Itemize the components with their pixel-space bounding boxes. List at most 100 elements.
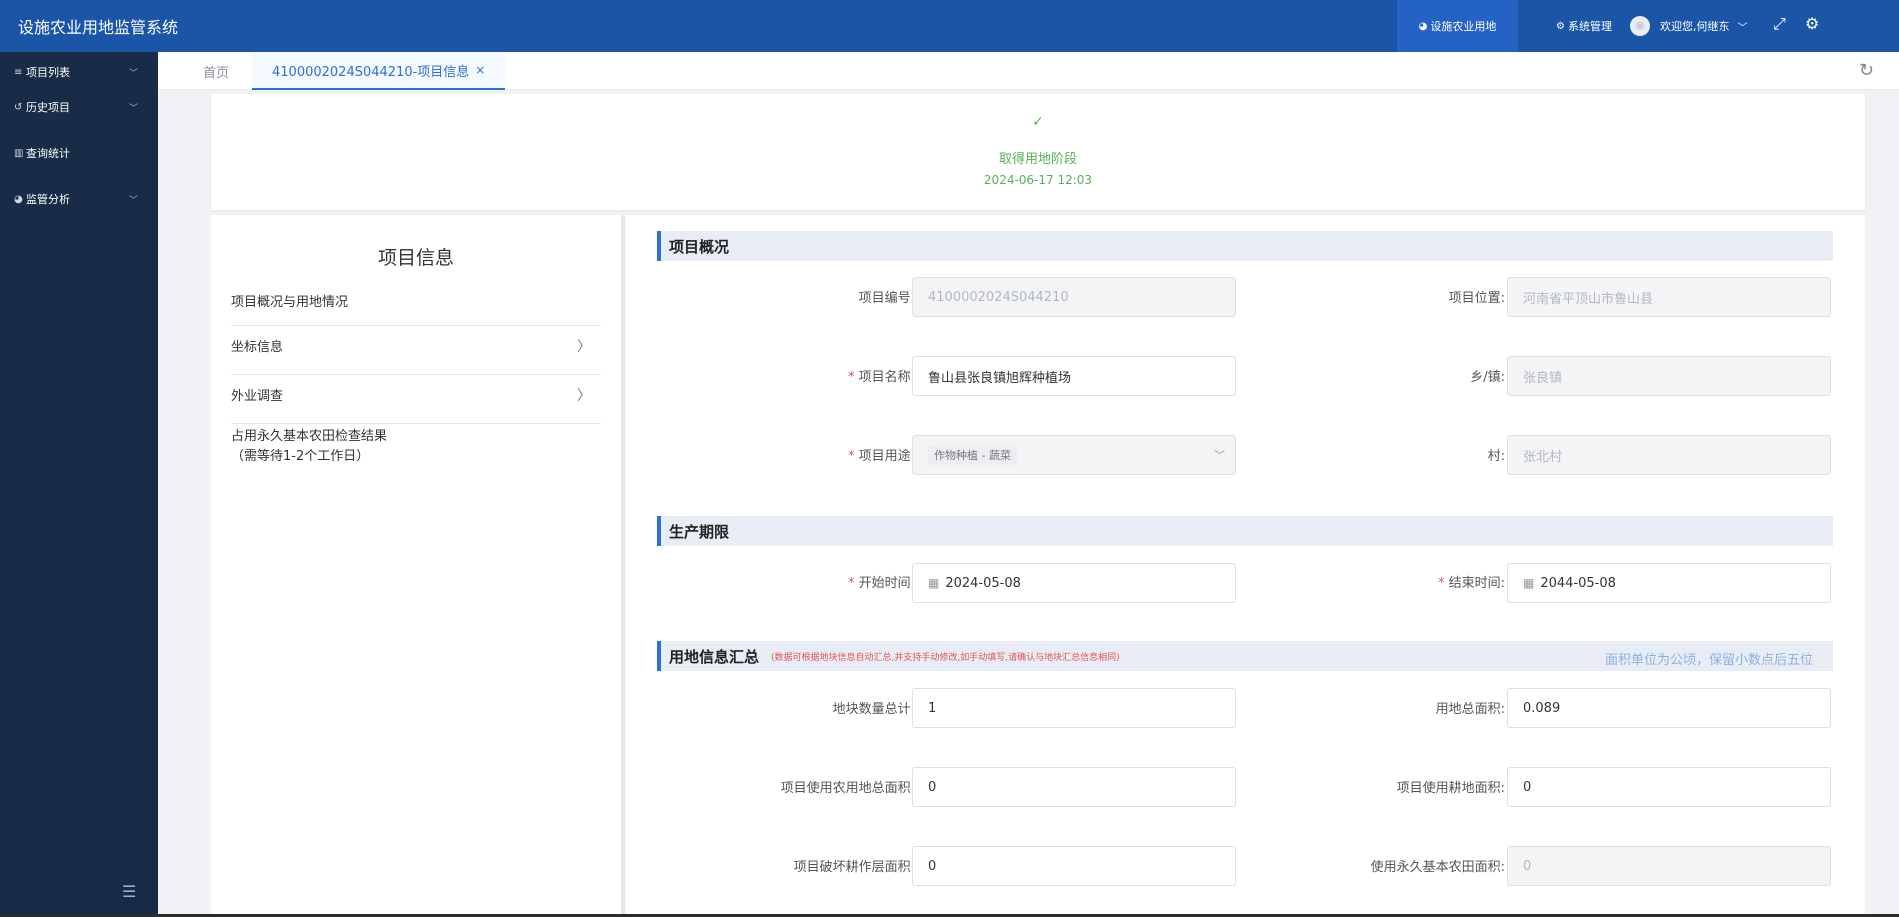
sidebar-item-label: 查询统计: [26, 147, 70, 160]
chevron-down-icon: ﹀: [128, 68, 138, 79]
required-mark: *: [848, 576, 855, 591]
bar-chart-icon: ▥: [14, 147, 24, 159]
agri-area-label: 项目使用农用地总面积:: [780, 781, 915, 796]
avatar: ◎: [1630, 16, 1650, 36]
damage-area-field[interactable]: 0: [912, 846, 1236, 886]
arable-area-label: 项目使用耕地面积:: [1396, 781, 1505, 796]
nav-item-farmland-check[interactable]: 占用永久基本农田检查结果 （需等待1-2个工作日）: [231, 427, 601, 477]
project-name-label: * 项目名称:: [675, 366, 915, 385]
nav-item-label: 外业调查: [231, 389, 284, 404]
start-time-label-text: 开始时间:: [858, 576, 915, 591]
chevron-down-icon: ﹀: [1214, 449, 1225, 462]
plot-count-label: 地块数量总计:: [832, 702, 915, 717]
fullscreen-icon[interactable]: ⤢: [1773, 14, 1786, 34]
chevron-right-icon: 〉: [577, 388, 591, 404]
basic-farm-field[interactable]: 0: [1507, 846, 1831, 886]
section-land-note: (数据可根据地块信息自动汇总,并支持手动修改,如手动填写,请确认与地块汇总信息相…: [771, 652, 1120, 663]
sidebar-item-project-list[interactable]: ≡ 项目列表 ﹀: [14, 62, 144, 82]
project-info-nav: 项目信息 项目概况与用地情况 坐标信息 〉 外业调查 〉 占用永久基本农田检查结…: [211, 215, 621, 917]
tabs-bar: 首页 4100002024S044210-项目信息 × ↻: [158, 52, 1899, 90]
required-mark: *: [1438, 576, 1445, 591]
check-icon: ✓: [1032, 114, 1044, 130]
end-time-label: * 结束时间:: [1265, 572, 1505, 591]
arable-area-field[interactable]: 0: [1507, 767, 1831, 807]
town-field[interactable]: 张良镇: [1507, 356, 1831, 396]
sidebar-item-history[interactable]: ↺ 历史项目 ﹀: [14, 97, 144, 117]
chevron-down-icon: ﹀: [128, 195, 138, 206]
project-name-label-text: 项目名称:: [858, 370, 915, 385]
section-land-title: 用地信息汇总: [669, 647, 760, 666]
agri-area-field[interactable]: 0: [912, 767, 1236, 807]
village-label: 村:: [1487, 449, 1505, 464]
close-icon[interactable]: ×: [475, 63, 485, 77]
town-label: 乡/镇:: [1470, 370, 1505, 385]
nav-item-label: 占用永久基本农田检查结果: [231, 429, 388, 444]
welcome-text: 欢迎您,何继东: [1660, 20, 1730, 33]
start-date-picker[interactable]: ▦ 2024-05-08: [912, 563, 1236, 603]
sidebar-item-label: 历史项目: [26, 101, 70, 114]
project-use-select[interactable]: 作物种植 - 蔬菜 ﹀: [912, 435, 1236, 475]
project-form: 项目概况 项目编号: 4100002024S044210 项目位置: 河南省平顶…: [625, 215, 1865, 917]
sidebar-item-analysis[interactable]: ◕ 监管分析 ﹀: [14, 189, 144, 209]
gears-icon: ⚙: [1556, 20, 1565, 32]
nav-item-label: 坐标信息: [231, 340, 284, 355]
calendar-icon: ▦: [1523, 576, 1535, 590]
damage-area-label: 项目破坏耕作层面积:: [793, 860, 915, 875]
top-bar: 设施农业用地监管系统 ◕ 设施农业用地 ⚙ 系统管理 ◎ 欢迎您,何继东 ﹀ ⤢…: [0, 0, 1899, 52]
total-area-field[interactable]: 0.089: [1507, 688, 1831, 728]
sidebar-item-label: 监管分析: [26, 193, 70, 206]
collapse-menu-icon[interactable]: ☰: [122, 882, 136, 901]
menu-facility-land[interactable]: ◕ 设施农业用地: [1397, 0, 1518, 52]
required-mark: *: [848, 370, 855, 385]
nav-item-note: （需等待1-2个工作日）: [231, 449, 370, 464]
project-name-field[interactable]: 鲁山县张良镇旭辉种植场: [912, 356, 1236, 396]
status-stage: 取得用地阶段: [998, 152, 1077, 167]
basic-farm-label: 使用永久基本农田面积:: [1370, 860, 1505, 875]
user-menu[interactable]: ◎ 欢迎您,何继东 ﹀: [1630, 0, 1748, 52]
nav-item-label: 项目概况与用地情况: [231, 295, 349, 310]
section-land-header: 用地信息汇总 (数据可根据地块信息自动汇总,并支持手动修改,如手动填写,请确认与…: [657, 641, 1833, 671]
start-time-label: * 开始时间:: [675, 572, 915, 591]
menu-system-manage-label: 系统管理: [1567, 20, 1612, 33]
menu-system-manage[interactable]: ⚙ 系统管理: [1534, 0, 1634, 52]
chevron-down-icon: ﹀: [1737, 22, 1748, 34]
tab-project-info[interactable]: 4100002024S044210-项目信息 ×: [252, 52, 506, 90]
project-use-label-text: 项目用途:: [858, 449, 915, 464]
area-unit-note: 面积单位为公顷，保留小数点后五位: [1604, 653, 1813, 668]
location-label: 项目位置:: [1448, 291, 1505, 306]
project-no-field[interactable]: 4100002024S044210: [912, 277, 1236, 317]
required-mark: *: [848, 449, 855, 464]
section-period-header: 生产期限: [657, 516, 1833, 546]
nav-item-overview[interactable]: 项目概况与用地情况: [231, 291, 601, 326]
nav-item-coordinates[interactable]: 坐标信息 〉: [231, 336, 601, 375]
sidebar: ≡ 项目列表 ﹀ ↺ 历史项目 ﹀ ▥ 查询统计 ◕ 监管分析 ﹀ ☰: [0, 52, 158, 917]
pie-chart-icon: ◕: [1418, 20, 1428, 32]
nav-item-field-survey[interactable]: 外业调查 〉: [231, 385, 601, 424]
location-field[interactable]: 河南省平顶山市鲁山县: [1507, 277, 1831, 317]
end-date-picker[interactable]: ▦ 2044-05-08: [1507, 563, 1831, 603]
status-time: 2024-06-17 12:03: [983, 173, 1093, 187]
start-date-value: 2024-05-08: [945, 575, 1021, 591]
tab-home[interactable]: 首页: [203, 52, 229, 90]
village-field[interactable]: 张北村: [1507, 435, 1831, 475]
status-card: ✓ 取得用地阶段 2024-06-17 12:03: [211, 94, 1865, 210]
calendar-icon: ▦: [928, 576, 940, 590]
settings-icon[interactable]: ⚙: [1805, 14, 1819, 33]
panel-title: 项目信息: [377, 247, 454, 269]
chevron-right-icon: 〉: [577, 339, 591, 355]
total-area-label: 用地总面积:: [1435, 702, 1505, 717]
sidebar-item-query-stats[interactable]: ▥ 查询统计: [14, 143, 144, 163]
refresh-icon[interactable]: ↻: [1859, 60, 1874, 81]
history-icon: ↺: [14, 101, 23, 113]
end-date-value: 2044-05-08: [1540, 575, 1616, 591]
plot-count-field[interactable]: 1: [912, 688, 1236, 728]
sidebar-item-label: 项目列表: [26, 66, 70, 79]
pie-chart-icon: ◕: [14, 193, 23, 205]
section-overview-header: 项目概况: [657, 231, 1833, 261]
project-no-label: 项目编号:: [858, 291, 915, 306]
tab-project-info-label: 4100002024S044210-项目信息: [272, 64, 470, 80]
chevron-down-icon: ﹀: [128, 103, 138, 114]
app-title: 设施农业用地监管系统: [18, 18, 179, 37]
project-use-tag: 作物种植 - 蔬菜: [928, 445, 1017, 465]
list-icon: ≡: [14, 66, 23, 78]
